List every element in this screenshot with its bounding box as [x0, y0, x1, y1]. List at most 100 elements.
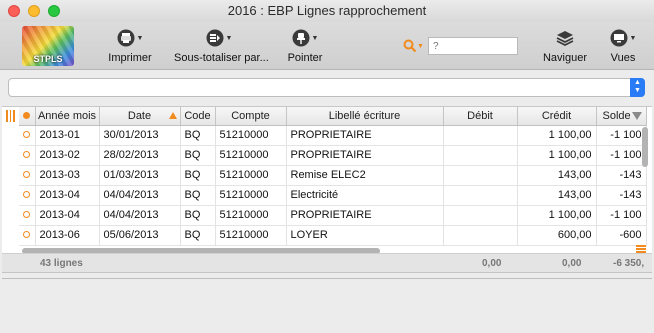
status-column-header[interactable]: [19, 107, 36, 126]
table-row[interactable]: 2013-04 04/04/2013 BQ 51210000 PROPRIETA…: [19, 205, 647, 226]
cell-balance: -143: [596, 165, 647, 186]
cell-code: BQ: [180, 205, 216, 226]
window-title: 2016 : EBP Lignes rapprochement: [227, 3, 427, 18]
table-row[interactable]: 2013-01 30/01/2013 BQ 51210000 PROPRIETA…: [19, 125, 647, 146]
column-header-sorted[interactable]: Date: [99, 107, 181, 126]
cell-debit: [443, 165, 518, 186]
column-header[interactable]: Crédit: [517, 107, 597, 126]
totals-footer: 43 lignes 0,00 0,00 -6 350,: [2, 253, 652, 273]
columns-menu-icon[interactable]: [6, 110, 16, 122]
select-stepper-icon[interactable]: ▲ ▼: [630, 78, 645, 97]
cell-debit: [443, 145, 518, 166]
table-row[interactable]: 2013-06 05/06/2013 BQ 51210000 LOYER 600…: [19, 225, 647, 246]
close-window-button[interactable]: [8, 5, 20, 17]
views-button[interactable]: ▼ Vues: [604, 28, 642, 64]
cell-code: BQ: [180, 125, 216, 146]
unchecked-dot-icon[interactable]: [23, 131, 31, 138]
filter-select[interactable]: ▲ ▼: [8, 78, 645, 97]
cell-debit: [443, 125, 518, 146]
search-input[interactable]: [428, 37, 518, 55]
cell-balance: -1 100: [596, 125, 647, 146]
subtotal-button[interactable]: ▼ Sous-totaliser par...: [174, 28, 269, 64]
cell-debit: [443, 225, 518, 246]
table-row[interactable]: 2013-03 01/03/2013 BQ 51210000 Remise EL…: [19, 165, 647, 186]
printer-icon: [117, 29, 135, 47]
toolbar: STPLS ▼ Imprimer ▼ Sous-totaliser par...…: [0, 22, 654, 70]
minimize-window-button[interactable]: [28, 5, 40, 17]
views-label: Vues: [610, 52, 636, 64]
chevron-down-icon: ▼: [629, 34, 637, 42]
cell-account: 51210000: [215, 145, 287, 166]
unchecked-dot-icon[interactable]: [23, 171, 31, 178]
cell-month: 2013-02: [35, 145, 100, 166]
unchecked-dot-icon[interactable]: [23, 211, 31, 218]
chevron-down-icon: ▼: [225, 34, 233, 42]
layers-icon: [556, 31, 574, 47]
column-header[interactable]: Compte: [215, 107, 287, 126]
table-row[interactable]: 2013-04 04/04/2013 BQ 51210000 Electrici…: [19, 185, 647, 206]
search-box: ▼: [403, 37, 518, 55]
data-grid: Année mois Date Code Compte Libellé écri…: [2, 106, 652, 254]
cell-month: 2013-06: [35, 225, 100, 246]
cell-credit: 143,00: [517, 185, 597, 206]
cell-code: BQ: [180, 165, 216, 186]
navigate-label: Naviguer: [542, 52, 588, 64]
app-logo: STPLS: [22, 26, 74, 66]
row-count: 43 lignes: [40, 258, 83, 269]
cell-date: 04/04/2013: [99, 205, 181, 226]
subtotal-icon: [206, 29, 224, 47]
cell-date: 30/01/2013: [99, 125, 181, 146]
cell-credit: 1 100,00: [517, 145, 597, 166]
column-header[interactable]: Année mois: [35, 107, 100, 126]
table-header-row: Année mois Date Code Compte Libellé écri…: [19, 107, 647, 126]
cell-credit: 1 100,00: [517, 125, 597, 146]
sort-ascending-icon: [168, 112, 177, 119]
unchecked-dot-icon[interactable]: [23, 151, 31, 158]
maximize-window-button[interactable]: [48, 5, 60, 17]
column-header-label: Solde: [602, 109, 631, 122]
point-label: Pointer: [287, 52, 323, 64]
status-dot-icon: [23, 111, 31, 119]
cell-credit: 143,00: [517, 165, 597, 186]
balance-total: -6 350,: [613, 258, 645, 269]
window-controls: [8, 5, 60, 17]
cell-account: 51210000: [215, 225, 287, 246]
monitor-icon: [610, 29, 628, 47]
cell-date: 28/02/2013: [99, 145, 181, 166]
unchecked-dot-icon[interactable]: [23, 191, 31, 198]
column-header[interactable]: Libellé écriture: [286, 107, 444, 126]
point-button[interactable]: ▼ Pointer: [286, 28, 324, 64]
cell-code: BQ: [180, 225, 216, 246]
cell-account: 51210000: [215, 165, 287, 186]
cell-debit: [443, 185, 518, 206]
column-header[interactable]: Débit: [443, 107, 518, 126]
navigate-button[interactable]: Naviguer: [542, 28, 588, 64]
column-header[interactable]: Code: [180, 107, 216, 126]
subtotal-label: Sous-totaliser par...: [174, 52, 269, 64]
hamburger-menu-icon[interactable]: [636, 245, 646, 253]
cell-label: Electricité: [286, 185, 444, 206]
cell-label: PROPRIETAIRE: [286, 125, 444, 146]
cell-label: LOYER: [286, 225, 444, 246]
cell-month: 2013-04: [35, 205, 100, 226]
divider: [2, 278, 652, 279]
debit-total: 0,00: [482, 258, 502, 269]
entries-table: Année mois Date Code Compte Libellé écri…: [19, 107, 647, 246]
cell-credit: 1 100,00: [517, 205, 597, 226]
cell-credit: 600,00: [517, 225, 597, 246]
cell-balance: -143: [596, 185, 647, 206]
cell-date: 05/06/2013: [99, 225, 181, 246]
cell-debit: [443, 205, 518, 226]
column-header-label: Date: [127, 109, 152, 122]
cell-code: BQ: [180, 145, 216, 166]
vertical-scrollbar[interactable]: [642, 127, 648, 167]
table-row[interactable]: 2013-02 28/02/2013 BQ 51210000 PROPRIETA…: [19, 145, 647, 166]
cell-label: Remise ELEC2: [286, 165, 444, 186]
unchecked-dot-icon[interactable]: [23, 231, 31, 238]
pin-icon: [292, 29, 310, 47]
search-options-button[interactable]: ▼: [403, 37, 427, 55]
print-button[interactable]: ▼ Imprimer: [108, 28, 152, 64]
column-header-last[interactable]: Solde: [596, 107, 647, 126]
chevron-down-icon: ▼: [311, 34, 319, 42]
filter-icon: [631, 112, 642, 120]
